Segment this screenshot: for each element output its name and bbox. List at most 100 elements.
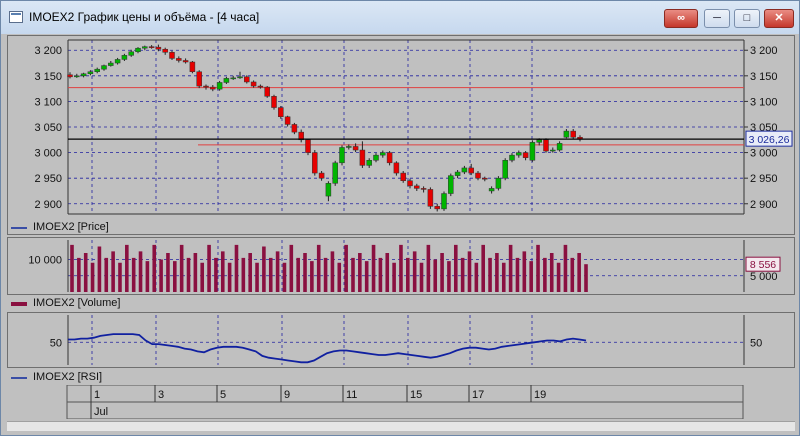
time-axis-day-label: 5 [220, 389, 226, 401]
volume-bar [330, 251, 335, 292]
rsi-chart[interactable]: 50 50 [8, 313, 794, 367]
current-price-label: 3 026,26 [749, 134, 790, 146]
candle-up [366, 160, 372, 166]
volume-bar [515, 257, 520, 292]
volume-bar [467, 251, 472, 292]
candle-down [278, 107, 284, 118]
candle-down [264, 86, 270, 97]
time-axis-day-label: 19 [534, 389, 546, 401]
rsi-pane[interactable]: 50 50 [7, 312, 795, 368]
candle-up [142, 46, 148, 49]
candle-down [352, 146, 359, 151]
candle-down [155, 46, 162, 50]
volume-legend: IMOEX2 [Volume] [11, 297, 120, 309]
candle-down [305, 139, 311, 153]
price-pane[interactable]: 3 200 3 200 3 150 3 150 3 100 3 100 3 050 3 050… [7, 35, 795, 235]
candle-up [550, 149, 556, 152]
volume-bar [529, 261, 533, 292]
volume-bar [152, 244, 157, 292]
volume-bar [481, 244, 485, 292]
candle-down [244, 76, 250, 83]
candle-up [101, 65, 107, 70]
volume-bar [323, 257, 328, 292]
time-axis-day-label: 9 [284, 389, 290, 401]
candle-up [461, 167, 468, 173]
time-axis-day-label: 15 [410, 389, 422, 401]
minimize-icon: ─ [713, 12, 721, 24]
candle-up [509, 154, 515, 161]
volume-bar [406, 257, 410, 292]
candle-down [543, 139, 549, 152]
link-icon: ∞ [677, 12, 685, 24]
rsi-legend: IMOEX2 [RSI] [11, 371, 102, 383]
close-button[interactable]: ✕ [764, 9, 794, 28]
candle-down [169, 52, 175, 59]
price-y-tick-right: 3 000 [750, 148, 778, 160]
rsi-line [68, 333, 587, 364]
volume-bar [412, 251, 417, 292]
price-y-tick-right: 2 950 [750, 173, 778, 185]
time-axis-day-label: 17 [472, 389, 484, 401]
volume-bar [104, 257, 109, 292]
candle-down [420, 188, 427, 190]
time-axis-day-label: 1 [94, 389, 100, 401]
candle-down [414, 185, 420, 189]
volume-bar [453, 244, 458, 292]
candle-up [339, 147, 345, 164]
candle-down [284, 116, 291, 125]
price-y-tick-left: 3 050 [34, 122, 62, 134]
minimize-button[interactable]: ─ [704, 9, 730, 28]
title-bar[interactable]: IMOEX2 График цены и объёма - [4 часа] ∞… [1, 1, 799, 34]
candle-down [182, 60, 189, 63]
candle-up [94, 68, 100, 72]
candle-up [495, 177, 502, 189]
time-axis-day-label: 3 [158, 389, 164, 401]
time-axis[interactable]: 1 3 5 9 11 15 17 19 Jul [7, 385, 795, 419]
time-axis-month-label: Jul [94, 406, 108, 418]
candle-up [529, 142, 536, 161]
volume-bar [508, 244, 513, 292]
price-y-tick-right: 3 100 [750, 96, 778, 108]
volume-pane[interactable]: 10 000 5 000 8 556 [7, 237, 795, 295]
price-chart[interactable]: 3 200 3 2003 150 3 1503 100 3 1003 050 3 050… [8, 36, 794, 234]
volume-bar [159, 259, 163, 292]
candle-up [121, 55, 128, 60]
candle-down [434, 206, 440, 210]
price-y-tick-left: 2 950 [34, 173, 62, 185]
volume-bar [303, 253, 307, 292]
candle-down [210, 86, 216, 90]
volume-bar [97, 246, 102, 292]
volume-bar [543, 257, 547, 292]
candle-down [427, 189, 434, 207]
candle-down [189, 61, 196, 72]
candle-up [135, 47, 141, 53]
volume-chart[interactable]: 10 000 5 0008 556 [8, 238, 794, 294]
candle-down [148, 46, 155, 48]
window-title: IMOEX2 График цены и объёма - [4 часа] [29, 10, 260, 24]
candle-down [67, 74, 73, 78]
volume-bar [262, 246, 266, 292]
candle-up [563, 130, 570, 138]
horizontal-scrollbar[interactable] [7, 421, 795, 431]
volume-bar [234, 244, 239, 292]
volume-bar [584, 264, 588, 292]
volume-bar [145, 261, 150, 292]
candle-down [359, 149, 366, 166]
rsi-legend-swatch [11, 377, 27, 379]
candle-up [74, 75, 80, 78]
chart-window-icon [9, 11, 23, 23]
volume-bar [138, 251, 143, 292]
candle-up [128, 51, 134, 56]
volume-bar [125, 244, 129, 292]
volume-legend-swatch [11, 302, 27, 306]
maximize-button[interactable]: □ [734, 9, 760, 28]
volume-bar [474, 262, 479, 292]
candle-down [312, 152, 318, 174]
volume-bar [70, 244, 74, 292]
candle-down [203, 85, 209, 88]
price-y-tick-left: 3 000 [34, 148, 62, 160]
link-button[interactable]: ∞ [664, 9, 698, 28]
volume-bar [426, 244, 431, 292]
volume-y-tick-right: 5 000 [750, 271, 778, 283]
candle-up [230, 77, 236, 80]
